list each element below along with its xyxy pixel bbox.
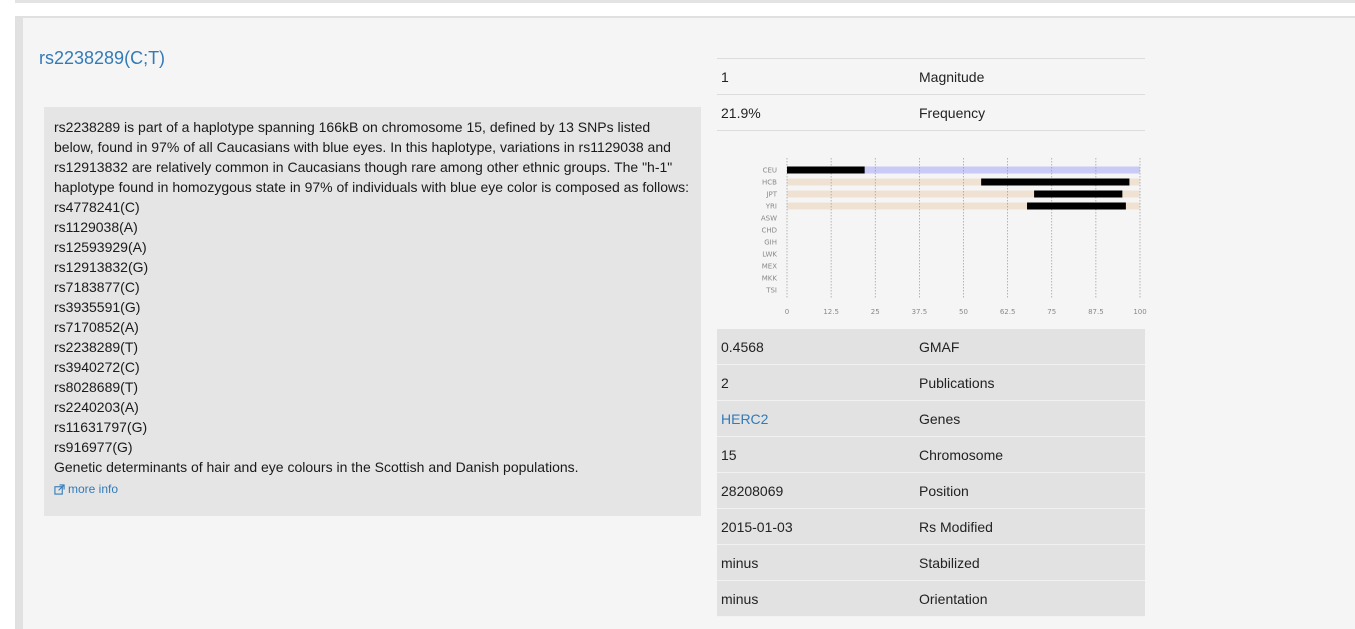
more-info-link[interactable]: more info	[54, 479, 118, 499]
population-label: CHD	[761, 227, 777, 235]
row-value: minus	[721, 590, 759, 607]
row-value: 0.4568	[721, 338, 764, 355]
row-label: Position	[919, 482, 969, 499]
snp-title-link[interactable]: rs2238289(C;T)	[39, 48, 165, 69]
table-row: 21.9% Frequency	[717, 95, 1145, 131]
tick-label: 62.5	[1000, 308, 1016, 316]
population-label: YRI	[765, 203, 777, 211]
population-label: JPT	[765, 191, 777, 199]
table-row: 15 Chromosome	[717, 437, 1145, 473]
haplotype-item: rs4778241(C)	[54, 199, 140, 215]
row-label: Frequency	[919, 104, 986, 121]
row-label: Rs Modified	[919, 518, 993, 535]
population-label: GIH	[764, 239, 777, 247]
tick-label: 100	[1133, 308, 1146, 316]
population-label: ASW	[761, 215, 777, 223]
row-label: Magnitude	[919, 68, 985, 85]
tick-label: 75	[1047, 308, 1056, 316]
tick-label: 37.5	[912, 308, 928, 316]
haplotype-item: rs3935591(G)	[54, 299, 141, 315]
table-row: 2015-01-03 Rs Modified	[717, 509, 1145, 545]
tick-label: 0	[785, 308, 789, 316]
top-rule	[15, 0, 1355, 3]
haplotype-item: rs7183877(C)	[54, 279, 140, 295]
summary-table: 1 Magnitude 21.9% Frequency	[717, 58, 1145, 131]
haplotype-item: rs3940272(C)	[54, 359, 140, 375]
gene-link[interactable]: HERC2	[717, 411, 919, 427]
population-label: LWK	[762, 251, 777, 259]
frequency-bar	[787, 166, 865, 174]
row-value: 2	[721, 374, 729, 391]
row-label: GMAF	[919, 338, 960, 355]
footnote-text: Genetic determinants of hair and eye col…	[54, 459, 579, 475]
row-label: Orientation	[919, 590, 988, 607]
haplotype-item: rs12913832(G)	[54, 259, 149, 275]
details-table: 0.4568 GMAF 2 Publications HERC2 Genes 15 Chrom…	[717, 329, 1145, 617]
haplotype-item: rs12593929(A)	[54, 239, 147, 255]
table-row: minus Orientation	[717, 581, 1145, 617]
tick-label: 12.5	[823, 308, 839, 316]
tick-label: 25	[871, 308, 880, 316]
row-label: Chromosome	[919, 446, 1004, 463]
population-frequency-chart: CEU HCB JPT YRI ASW CHD GIH LWK MEX MKK TSI 0 12.5 25…	[761, 158, 1147, 316]
table-row: 28208069 Position	[717, 473, 1145, 509]
population-label: MEX	[762, 263, 777, 271]
haplotype-item: rs7170852(A)	[54, 319, 139, 335]
description-box: rs2238289 is part of a haplotype spannin…	[44, 107, 701, 516]
frequency-bar	[981, 178, 1130, 186]
row-label: Publications	[919, 374, 995, 391]
table-row: 1 Magnitude	[717, 59, 1145, 95]
haplotype-list: rs4778241(C) rs1129038(A) rs12593929(A) rs1…	[54, 197, 691, 457]
table-row: HERC2 Genes	[717, 401, 1145, 437]
haplotype-item: rs8028689(T)	[54, 379, 139, 395]
row-value: 2015-01-03	[721, 518, 793, 535]
row-label: Stabilized	[919, 554, 980, 571]
population-label: TSI	[765, 287, 777, 295]
row-label: Genes	[919, 410, 961, 427]
row-value: 28208069	[721, 482, 784, 499]
tick-label: 50	[959, 308, 968, 316]
haplotype-item: rs11631797(G)	[54, 419, 148, 435]
haplotype-item: rs1129038(A)	[54, 219, 138, 235]
description-text: rs2238289 is part of a haplotype spannin…	[54, 119, 690, 195]
row-value: 1	[721, 68, 729, 85]
snp-panel: rs2238289(C;T) rs2238289 is part of a ha…	[15, 16, 1355, 629]
frequency-bar	[1027, 202, 1126, 210]
more-info-label: more info	[68, 482, 119, 496]
haplotype-item: rs2238289(T)	[54, 339, 139, 355]
tick-label: 87.5	[1088, 308, 1104, 316]
population-label: MKK	[762, 275, 778, 283]
haplotype-item: rs916977(G)	[54, 439, 133, 455]
external-link-icon	[54, 483, 65, 495]
population-label: CEU	[763, 167, 777, 175]
table-row: 0.4568 GMAF	[717, 329, 1145, 365]
table-row: 2 Publications	[717, 365, 1145, 401]
panel-left-border	[15, 18, 23, 629]
row-value: 15	[721, 446, 737, 463]
haplotype-item: rs2240203(A)	[54, 399, 139, 415]
frequency-bar	[1034, 190, 1123, 198]
row-value: 21.9%	[721, 104, 761, 121]
row-value: minus	[721, 554, 759, 571]
population-label: HCB	[762, 179, 777, 187]
table-row: minus Stabilized	[717, 545, 1145, 581]
